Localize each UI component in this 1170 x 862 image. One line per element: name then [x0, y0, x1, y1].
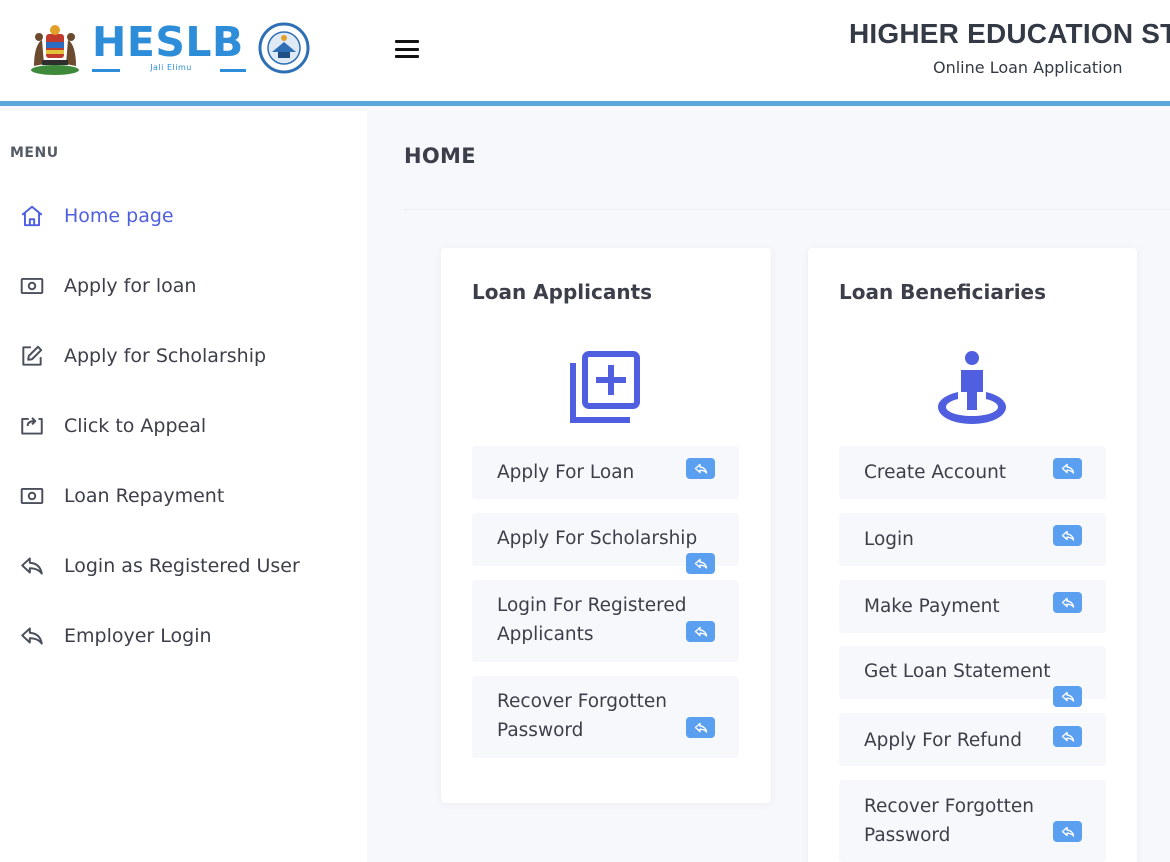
add-stack-icon [567, 350, 643, 426]
sidebar-item-loan-repayment[interactable]: Loan Repayment [0, 461, 367, 531]
reply-icon [18, 552, 46, 580]
edit-icon [18, 342, 46, 370]
link-label: Apply For Scholarship [497, 528, 698, 549]
sidebar-item-apply-loan[interactable]: Apply for loan [0, 251, 367, 321]
link-label: Login [864, 529, 914, 550]
sidebar-item-label: Apply for Scholarship [64, 345, 267, 367]
reply-badge-icon [1053, 726, 1082, 747]
wordmark-line-left [92, 69, 120, 72]
reply-icon [18, 622, 46, 650]
sidebar-item-label: Login as Registered User [64, 555, 300, 577]
apply-for-scholarship-link[interactable]: Apply For Scholarship [472, 513, 739, 574]
menu-label: MENU [10, 145, 59, 161]
sidebar-item-appeal[interactable]: Click to Appeal [0, 391, 367, 461]
loan-applicants-card: Loan Applicants Apply For Loan Apply For… [441, 248, 771, 803]
person-location-icon [934, 350, 1010, 426]
recover-forgotten-password-link[interactable]: Recover Forgotten Password [472, 676, 739, 758]
divider [404, 209, 1170, 210]
link-label: Apply For Loan [497, 462, 635, 483]
brand-tagline: Jali Elimu [150, 63, 192, 72]
organization-subtitle: Online Loan Application [933, 58, 1123, 77]
login-link[interactable]: Login [839, 513, 1106, 566]
reply-badge-icon [1053, 525, 1082, 546]
sidebar: MENU Home page Apply for loan Apply for … [0, 111, 367, 862]
heslb-wordmark: HESLB Jali Elimu [92, 18, 252, 78]
reply-badge-icon [686, 553, 715, 574]
create-account-link[interactable]: Create Account [839, 446, 1106, 499]
sidebar-item-label: Employer Login [64, 625, 212, 647]
apply-for-refund-link[interactable]: Apply For Refund [839, 713, 1106, 766]
loan-beneficiaries-card: Loan Beneficiaries Create Account Login … [808, 248, 1137, 862]
link-label: Recover Forgotten Password [497, 691, 667, 741]
sidebar-item-label: Home page [64, 205, 174, 227]
share-box-icon [18, 412, 46, 440]
reply-badge-icon [686, 458, 715, 479]
brand-logo[interactable]: HESLB Jali Elimu [28, 18, 310, 78]
reply-badge-icon [686, 717, 715, 738]
organization-title: HIGHER EDUCATION ST [849, 18, 1170, 49]
cash-icon [18, 482, 46, 510]
brand-name: HESLB [92, 18, 244, 66]
make-payment-link[interactable]: Make Payment [839, 580, 1106, 633]
heslb-seal-icon [258, 22, 310, 74]
wordmark-line-right [220, 69, 246, 72]
sidebar-item-login-registered[interactable]: Login as Registered User [0, 531, 367, 601]
sidebar-item-employer-login[interactable]: Employer Login [0, 601, 367, 671]
hamburger-menu-button[interactable] [395, 38, 419, 60]
reply-badge-icon [686, 621, 715, 642]
cash-icon [18, 272, 46, 300]
sidebar-item-home[interactable]: Home page [0, 181, 367, 251]
sidebar-item-apply-scholarship[interactable]: Apply for Scholarship [0, 321, 367, 391]
sidebar-item-label: Loan Repayment [64, 485, 225, 507]
login-registered-applicants-link[interactable]: Login For Registered Applicants [472, 580, 739, 662]
page-title: HOME [404, 144, 476, 168]
reply-badge-icon [1053, 821, 1082, 842]
link-label: Apply For Refund [864, 730, 1023, 751]
hamburger-bar [395, 47, 419, 51]
card-title: Loan Beneficiaries [839, 280, 1047, 304]
hamburger-bar [395, 40, 419, 43]
link-label: Get Loan Statement [864, 661, 1051, 682]
card-title: Loan Applicants [472, 280, 653, 304]
coat-of-arms-icon [31, 25, 79, 75]
reply-badge-icon [1053, 592, 1082, 613]
sidebar-item-label: Apply for loan [64, 275, 197, 297]
reply-badge-icon [1053, 686, 1082, 707]
link-label: Make Payment [864, 596, 1000, 617]
link-label: Login For Registered Applicants [497, 595, 687, 645]
sidebar-menu: Home page Apply for loan Apply for Schol… [0, 181, 367, 671]
apply-for-loan-link[interactable]: Apply For Loan [472, 446, 739, 499]
link-label: Create Account [864, 462, 1007, 483]
sidebar-item-label: Click to Appeal [64, 415, 207, 437]
recover-forgotten-password-link[interactable]: Recover Forgotten Password [839, 780, 1106, 862]
reply-badge-icon [1053, 458, 1082, 479]
top-header: HESLB Jali Elimu HIGHER EDUCATION ST Onl… [0, 0, 1170, 106]
home-icon [18, 202, 46, 230]
link-label: Recover Forgotten Password [864, 796, 1034, 846]
hamburger-bar [395, 55, 419, 58]
get-loan-statement-link[interactable]: Get Loan Statement [839, 646, 1106, 707]
